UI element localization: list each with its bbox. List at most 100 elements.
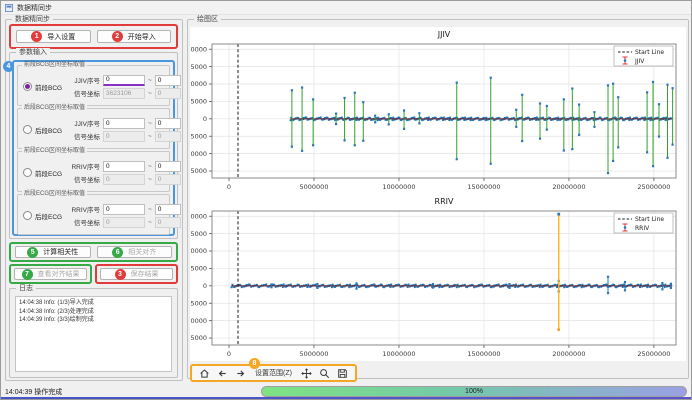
- svg-text:15000000: 15000000: [467, 350, 500, 358]
- svg-text:10000000: 10000000: [382, 183, 415, 191]
- svg-text:20000: 20000: [190, 212, 207, 220]
- svg-text:-5000: -5000: [190, 299, 207, 307]
- log-group: 日志 14:04:38 Info: (1/3)导入完成 14:04:38 Inf…: [9, 288, 178, 378]
- annotation-box-import: 1 导入设置 2 开始导入: [9, 24, 178, 49]
- sync-panel-title: 数据精同步: [12, 15, 53, 24]
- svg-text:0: 0: [203, 115, 207, 123]
- svg-text:5000000: 5000000: [300, 183, 329, 191]
- signal-coord-from-input: [103, 174, 145, 185]
- jjiv-index-label: JJIV序号: [67, 75, 100, 85]
- plot-panel: 绘图区 050000001000000015000000200000002500…: [187, 19, 689, 379]
- svg-text:15000000: 15000000: [467, 183, 500, 191]
- radio-icon[interactable]: [23, 168, 32, 177]
- pan-icon[interactable]: [301, 367, 313, 379]
- window-bottom-accent: [1, 397, 691, 399]
- rriv-index-to-input[interactable]: [155, 161, 181, 172]
- range-separator: ~: [148, 206, 152, 213]
- app-window: 数据精同步 数据精同步 1 导入设置 2 开始导入 参数输入 前段BCG区间坐标…: [0, 0, 692, 400]
- log-group-title: 日志: [16, 284, 36, 293]
- radio-icon[interactable]: [23, 82, 32, 91]
- radio-icon[interactable]: [23, 211, 32, 220]
- status-message: 14:04:39 操作完成: [5, 387, 62, 397]
- save-result-button[interactable]: 3 保存结果: [100, 268, 173, 280]
- calc-correlation-button[interactable]: 5 计算相关性: [15, 246, 91, 258]
- signal-coord-to-input: [155, 174, 181, 185]
- rriv-index-label: RRIV序号: [67, 204, 100, 214]
- progress-label: 100%: [465, 388, 483, 395]
- svg-text:20000000: 20000000: [552, 183, 585, 191]
- svg-text:5000: 5000: [190, 98, 207, 106]
- range-separator: ~: [148, 176, 152, 183]
- signal-coord-from-input: [103, 217, 145, 228]
- annotation-box-params: 前段BCG区间坐标取值 前段BCG JJIV序号 ~: [12, 60, 175, 236]
- view-align-result-button[interactable]: 7 查看对齐结果: [14, 268, 87, 280]
- log-line: 14:04:38 Info: (1/3)导入完成: [19, 299, 168, 308]
- annotation-box-correlation: 5 计算相关性 6 相关对齐: [9, 242, 178, 262]
- log-line: 14:04:38 Info: (2/3)处理完成: [19, 308, 168, 317]
- radio-rear-ecg[interactable]: 后段ECG: [20, 211, 67, 221]
- correlation-align-button[interactable]: 6 相关对齐: [97, 246, 173, 258]
- signal-coord-to-input: [155, 217, 181, 228]
- svg-text:-10000: -10000: [190, 150, 207, 158]
- set-range-button[interactable]: 8 设置范围(Z): [252, 367, 295, 379]
- set-range-label: 设置范围(Z): [255, 370, 292, 377]
- svg-text:-10000: -10000: [190, 317, 207, 325]
- svg-text:0: 0: [203, 282, 207, 290]
- jjiv-index-to-input[interactable]: [155, 75, 181, 86]
- log-list[interactable]: 14:04:38 Info: (1/3)导入完成 14:04:38 Info: …: [15, 296, 172, 372]
- svg-text:15000: 15000: [190, 230, 207, 238]
- import-settings-label: 导入设置: [47, 32, 75, 42]
- radio-rear-bcg[interactable]: 后段BCG: [20, 125, 67, 135]
- svg-text:-5000: -5000: [190, 132, 207, 140]
- import-settings-button[interactable]: 1 导入设置: [16, 30, 91, 43]
- param-subgroup-front-bcg: 前段BCG区间坐标取值 前段BCG JJIV序号 ~: [17, 65, 170, 106]
- svg-text:15000: 15000: [190, 63, 207, 71]
- jjiv-chart: 0500000010000000150000002000000025000000…: [190, 27, 686, 194]
- svg-text:-15000: -15000: [190, 167, 207, 175]
- svg-text:JJIV: JJIV: [437, 30, 451, 39]
- back-icon[interactable]: [216, 367, 228, 379]
- signal-coord-label: 信号坐标: [67, 88, 100, 98]
- rriv-index-from-input[interactable]: [103, 161, 145, 172]
- window-titlebar: 数据精同步: [1, 1, 691, 15]
- rriv-index-from-input[interactable]: [103, 204, 145, 215]
- radio-icon[interactable]: [23, 125, 32, 134]
- save-result-label: 保存结果: [131, 269, 159, 279]
- signal-coord-label: 信号坐标: [67, 174, 100, 184]
- annotation-box-view-result: 7 查看对齐结果: [9, 264, 92, 284]
- svg-text:Start Line: Start Line: [635, 49, 664, 56]
- plot-toolbar: 8 设置范围(Z): [190, 364, 357, 382]
- jjiv-index-from-input[interactable]: [103, 118, 145, 129]
- annotation-badge-2: 2: [112, 31, 123, 42]
- log-line: 14:04:39 Info: (3/3)绘制完成: [19, 316, 168, 325]
- svg-text:0: 0: [227, 350, 231, 358]
- home-icon[interactable]: [198, 367, 210, 379]
- signal-coord-label: 信号坐标: [67, 217, 100, 227]
- annotation-badge-3: 3: [115, 269, 126, 280]
- param-subgroup-rear-ecg: 后段ECG区间坐标取值 后段ECG RRIV序号 ~: [17, 194, 170, 235]
- param-subgroup-rear-bcg: 后段BCG区间坐标取值 后段BCG JJIV序号 ~: [17, 108, 170, 149]
- forward-icon[interactable]: [234, 367, 246, 379]
- svg-text:10000: 10000: [190, 247, 207, 255]
- save-icon[interactable]: [337, 367, 349, 379]
- svg-text:25000000: 25000000: [637, 350, 670, 358]
- jjiv-index-to-input[interactable]: [155, 118, 181, 129]
- zoom-icon[interactable]: [319, 367, 331, 379]
- annotation-badge-6: 6: [112, 247, 123, 258]
- svg-text:RRIV: RRIV: [435, 197, 454, 206]
- range-separator: ~: [148, 219, 152, 226]
- jjiv-index-from-input[interactable]: [103, 75, 145, 86]
- subgroup-title: 后段BCG区间坐标取值: [22, 105, 87, 112]
- view-align-result-label: 查看对齐结果: [38, 269, 80, 279]
- signal-coord-from-input: [103, 88, 145, 99]
- svg-text:5000: 5000: [190, 265, 207, 273]
- radio-front-ecg[interactable]: 前段ECG: [20, 168, 67, 178]
- annotation-badge-5: 5: [27, 247, 38, 258]
- subgroup-title: 后段ECG区间坐标取值: [22, 191, 87, 198]
- radio-front-bcg[interactable]: 前段BCG: [20, 82, 67, 92]
- calc-correlation-label: 计算相关性: [43, 247, 78, 257]
- signal-coord-label: 信号坐标: [67, 131, 100, 141]
- annotation-badge-7: 7: [22, 269, 33, 280]
- start-import-button[interactable]: 2 开始导入: [97, 30, 172, 43]
- rriv-index-to-input[interactable]: [155, 204, 181, 215]
